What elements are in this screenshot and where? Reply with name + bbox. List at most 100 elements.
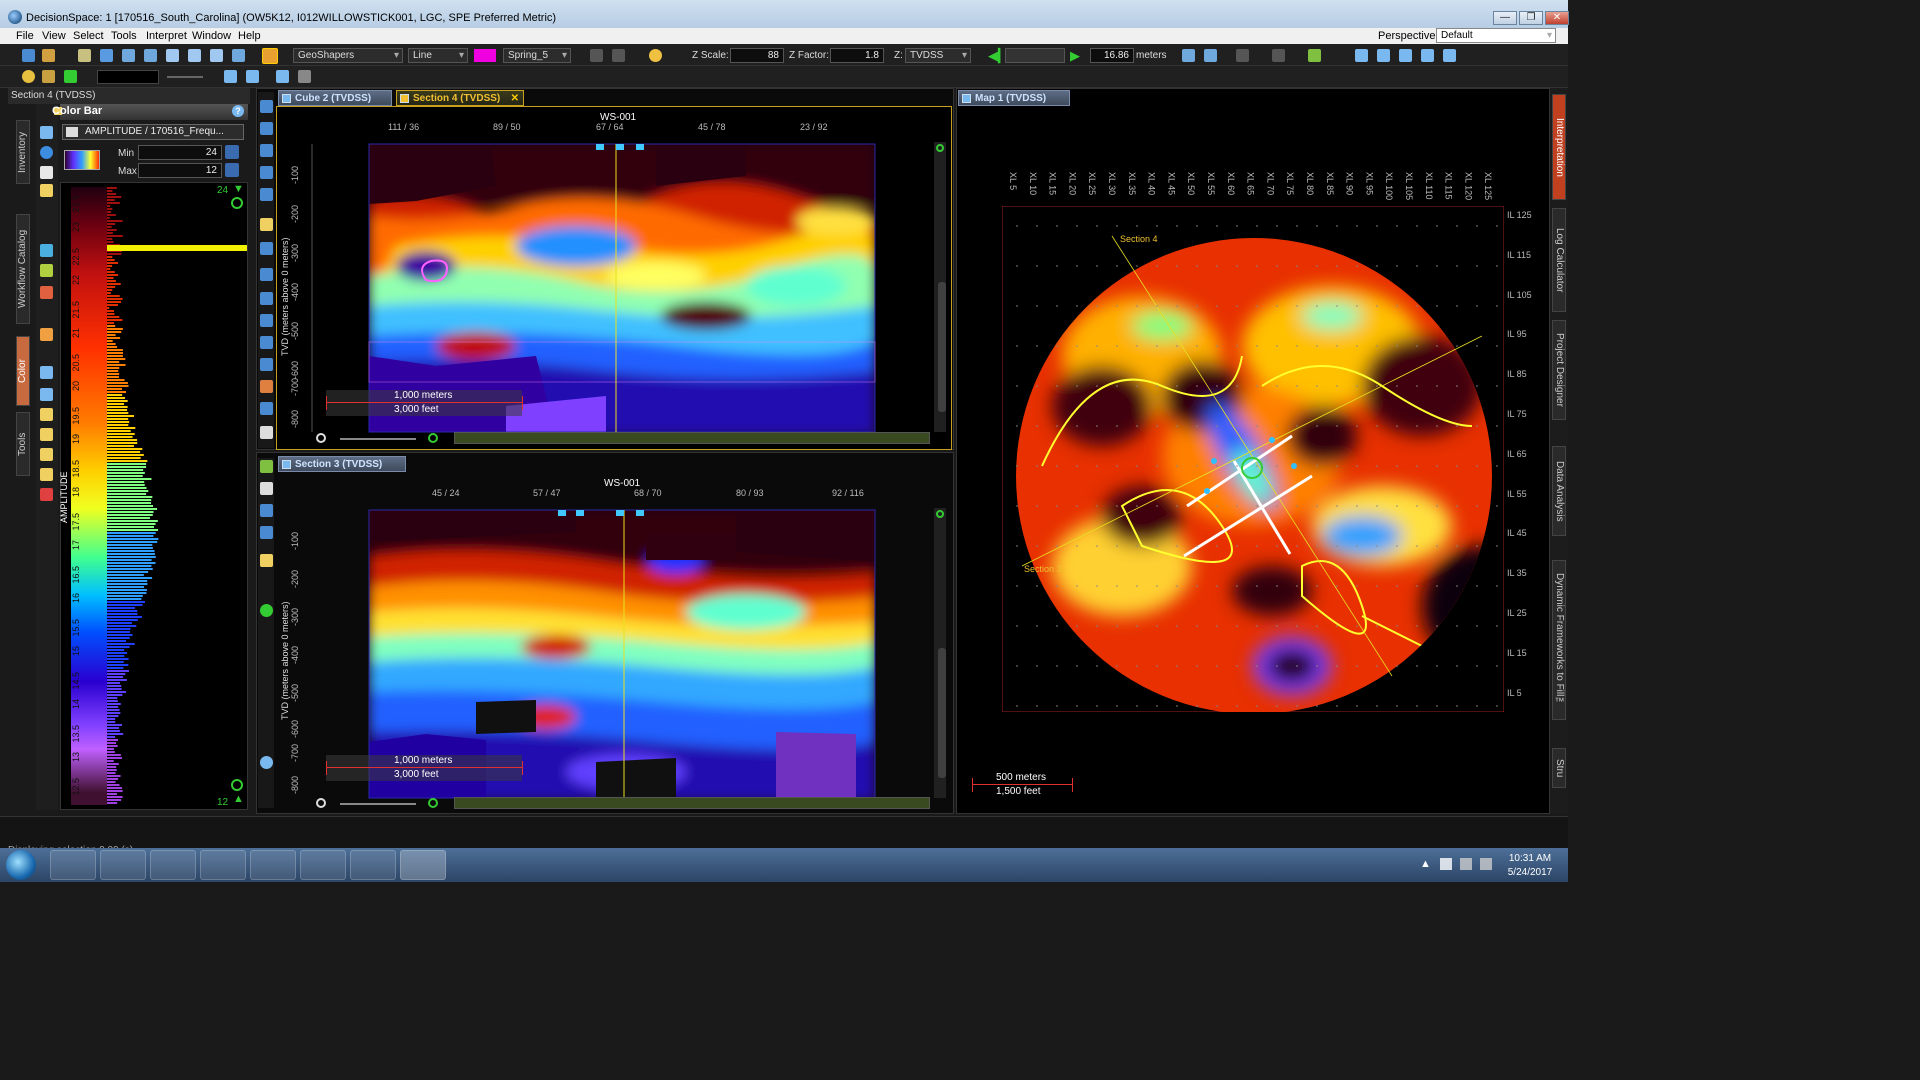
pencil-icon[interactable]: [262, 48, 278, 64]
decisionspace-taskbar-icon[interactable]: [400, 850, 446, 880]
s4-zoom-icon[interactable]: [260, 122, 273, 135]
tab-project-designer[interactable]: Project Designer: [1552, 320, 1566, 420]
opacity-slider[interactable]: [167, 76, 203, 78]
media-player-icon[interactable]: [150, 850, 196, 880]
z-domain-select[interactable]: TVDSS: [905, 48, 971, 63]
colorbar-edit-icon[interactable]: [40, 126, 53, 139]
color-swatch[interactable]: [474, 49, 496, 62]
bookmark-icon[interactable]: [1236, 49, 1249, 62]
s3-pointer-icon[interactable]: [260, 482, 273, 495]
rotate-icon[interactable]: [166, 49, 179, 62]
clock-time[interactable]: 10:31 AM: [1505, 853, 1555, 864]
light-icon[interactable]: [22, 70, 35, 83]
fit-view-icon[interactable]: [1204, 49, 1217, 62]
s4-point-icon[interactable]: [260, 314, 273, 327]
shape-type-select[interactable]: Line: [408, 48, 468, 63]
layout-5-icon[interactable]: [1443, 49, 1456, 62]
tab-inventory[interactable]: Inventory: [16, 120, 30, 184]
s4-zoom-slider[interactable]: [340, 438, 416, 440]
minimize-button[interactable]: —: [1493, 11, 1517, 25]
s3-layer-icon[interactable]: [260, 526, 273, 539]
menu-interpret[interactable]: Interpret: [146, 30, 187, 42]
s4-poly-icon[interactable]: [260, 336, 273, 349]
axes-icon[interactable]: [246, 70, 259, 83]
zfactor-input[interactable]: 1.8: [830, 48, 884, 63]
open-folder-icon[interactable]: [42, 49, 55, 62]
s3-select-icon[interactable]: [260, 460, 273, 473]
tab-section3[interactable]: Section 3 (TVDSS): [278, 456, 406, 472]
s4-vscroll[interactable]: [934, 142, 946, 432]
pick-icon[interactable]: [1308, 49, 1321, 62]
bucket-icon[interactable]: [40, 328, 53, 341]
bars4-icon[interactable]: [40, 468, 53, 481]
s4-rotate-icon[interactable]: [260, 166, 273, 179]
play-icon[interactable]: ▶: [1070, 48, 1080, 64]
start-icon[interactable]: [6, 850, 36, 880]
bars3-icon[interactable]: [40, 448, 53, 461]
zscale-input[interactable]: 88: [730, 48, 784, 63]
sun-app-icon[interactable]: [250, 850, 296, 880]
s4-hand-icon[interactable]: [260, 426, 273, 439]
s4-select-icon[interactable]: [260, 100, 273, 113]
geoshapers-select[interactable]: GeoShapers: [293, 48, 403, 63]
tab-data-analysis[interactable]: Data Analysis: [1552, 446, 1566, 536]
maximize-button[interactable]: ❐: [1519, 11, 1543, 25]
tab-tools[interactable]: Tools: [16, 412, 30, 476]
view-3d-icon[interactable]: [232, 49, 245, 62]
redo-icon[interactable]: [612, 49, 625, 62]
measure-icon[interactable]: [188, 49, 201, 62]
s3-hscroll[interactable]: [454, 797, 930, 809]
ie-icon[interactable]: [50, 850, 96, 880]
new-session-icon[interactable]: [22, 49, 35, 62]
s4-zoomin-btn-icon[interactable]: [428, 433, 438, 443]
sun-icon[interactable]: [649, 49, 662, 62]
perspective-select[interactable]: Default: [1436, 28, 1556, 43]
tab-interpretation[interactable]: Interpretation: [1552, 94, 1566, 200]
tab-log-calculator[interactable]: Log Calculator: [1552, 208, 1566, 312]
bars2-icon[interactable]: [40, 428, 53, 441]
notes-icon[interactable]: [300, 850, 346, 880]
s4-trace-icon[interactable]: [260, 268, 273, 281]
explorer-icon[interactable]: [100, 850, 146, 880]
max-input[interactable]: 12: [138, 163, 222, 178]
clock-date[interactable]: 5/24/2017: [1505, 867, 1555, 878]
s3-zoom-slider[interactable]: [340, 803, 416, 805]
split-icon[interactable]: [40, 244, 53, 257]
zoom-icon[interactable]: [144, 49, 157, 62]
tab-color[interactable]: Color: [16, 336, 30, 406]
grid-icon[interactable]: [224, 70, 237, 83]
menu-file[interactable]: File: [16, 30, 34, 42]
refresh-icon[interactable]: [40, 146, 53, 159]
network-tray-icon[interactable]: [1460, 858, 1472, 870]
s4-erase-icon[interactable]: [260, 402, 273, 415]
formula-icon[interactable]: [64, 70, 77, 83]
tab-map1[interactable]: Map 1 (TVDSS): [958, 90, 1070, 106]
bars-icon[interactable]: [40, 408, 53, 421]
tab-stru[interactable]: Stru: [1552, 748, 1566, 788]
s4-zoomout-icon[interactable]: [316, 433, 326, 443]
tab-cube2[interactable]: Cube 2 (TVDSS): [278, 90, 392, 106]
s4-hscroll[interactable]: [454, 432, 930, 444]
eyedropper-icon[interactable]: [40, 286, 53, 299]
animation-slider[interactable]: [1005, 48, 1065, 63]
s4-paint-icon[interactable]: [260, 380, 273, 393]
max-reset-icon[interactable]: [225, 163, 239, 177]
close-tab-icon[interactable]: ✕: [511, 91, 519, 107]
s4-fault-icon[interactable]: [260, 188, 273, 201]
quick-input[interactable]: [97, 70, 159, 84]
tab-section4[interactable]: Section 4 (TVDSS) ✕: [396, 90, 524, 106]
histogram-icon[interactable]: [40, 184, 53, 197]
colormap-select[interactable]: Spring_5: [503, 48, 571, 63]
list-icon[interactable]: [298, 70, 311, 83]
attribute-select[interactable]: AMPLITUDE / 170516_Frequ...: [62, 124, 244, 140]
save-icon[interactable]: [78, 49, 91, 62]
volume-tray-icon[interactable]: [1480, 858, 1492, 870]
menu-window[interactable]: Window: [192, 30, 231, 42]
palette-icon[interactable]: [40, 166, 53, 179]
min-reset-icon[interactable]: [225, 145, 239, 159]
s3-zoomout-btn-icon[interactable]: [316, 798, 326, 808]
s3-vscroll[interactable]: [934, 508, 946, 798]
menu-help[interactable]: Help: [238, 30, 261, 42]
layout-1-icon[interactable]: [1355, 49, 1368, 62]
s4-line-icon[interactable]: [260, 292, 273, 305]
